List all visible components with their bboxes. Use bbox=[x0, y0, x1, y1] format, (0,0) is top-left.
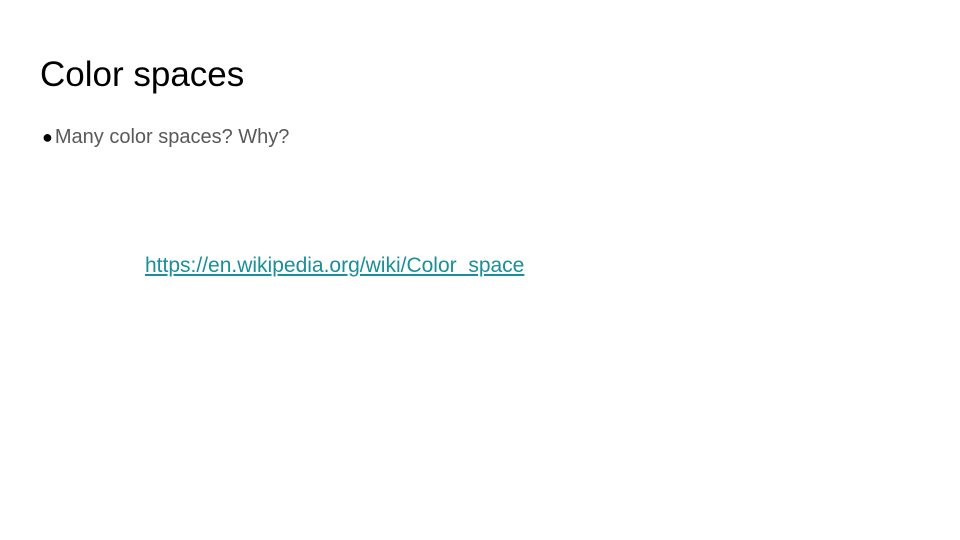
bullet-text: Many color spaces? Why? bbox=[54, 126, 290, 148]
bullet-list: ● Many color spaces? Why? bbox=[42, 124, 289, 150]
bullet-dot-icon: ● bbox=[42, 127, 53, 147]
slide-title: Color spaces bbox=[40, 55, 245, 94]
color-space-link[interactable]: https://en.wikipedia.org/wiki/Color_spac… bbox=[145, 253, 524, 279]
bullet-item: ● Many color spaces? Why? bbox=[42, 124, 289, 150]
slide: Color spaces ● Many color spaces? Why? h… bbox=[0, 0, 960, 540]
